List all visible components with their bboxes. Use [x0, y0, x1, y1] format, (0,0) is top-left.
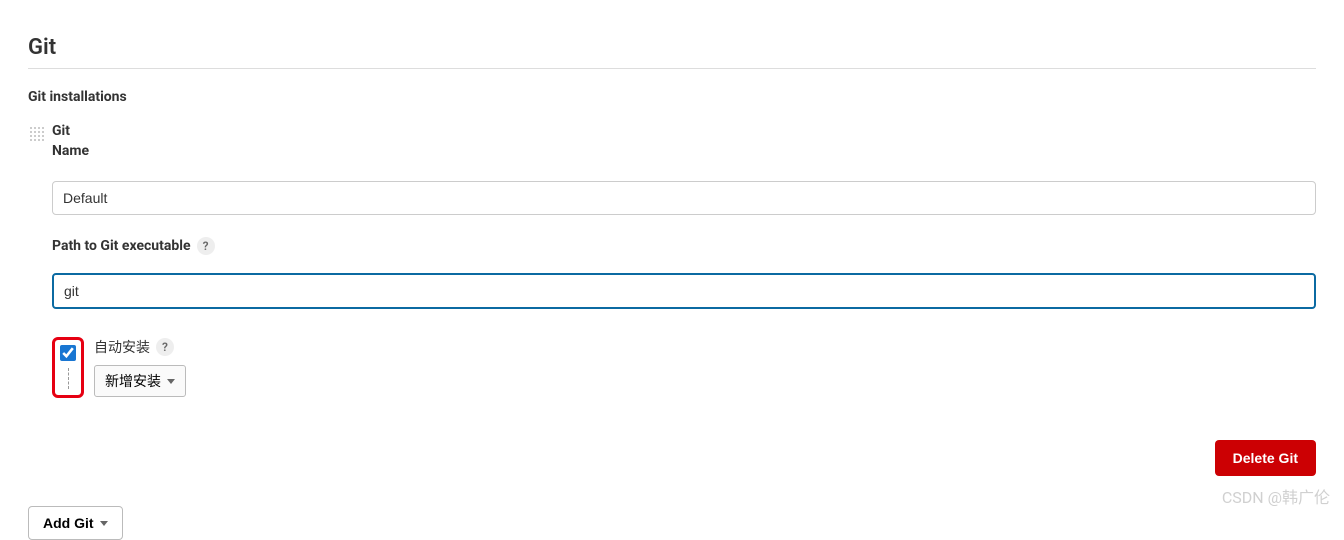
- path-input[interactable]: [52, 273, 1316, 309]
- git-installation-group: Git Name Path to Git executable ? 自动安装 ?…: [28, 123, 1316, 476]
- add-git-label: Add Git: [43, 515, 94, 531]
- drag-handle-icon[interactable]: [28, 125, 46, 143]
- git-heading: Git: [52, 123, 1316, 139]
- name-input[interactable]: [52, 181, 1316, 215]
- name-label: Name: [52, 143, 1316, 159]
- tree-line: [68, 368, 69, 389]
- add-installer-button[interactable]: 新增安装: [94, 365, 186, 397]
- auto-install-label: 自动安装: [94, 337, 150, 357]
- git-installations-label: Git installations: [28, 89, 1316, 105]
- add-installer-label: 新增安装: [105, 371, 161, 391]
- highlight-annotation: [52, 337, 84, 398]
- watermark: CSDN @韩广伦: [1222, 484, 1330, 508]
- section-title: Git: [28, 35, 1316, 69]
- chevron-down-icon: [167, 379, 175, 384]
- add-git-button[interactable]: Add Git: [28, 506, 123, 540]
- path-label: Path to Git executable: [52, 238, 191, 254]
- help-icon[interactable]: ?: [156, 338, 174, 356]
- delete-git-button[interactable]: Delete Git: [1215, 440, 1316, 476]
- chevron-down-icon: [100, 521, 108, 526]
- auto-install-checkbox[interactable]: [60, 345, 76, 361]
- help-icon[interactable]: ?: [197, 237, 215, 255]
